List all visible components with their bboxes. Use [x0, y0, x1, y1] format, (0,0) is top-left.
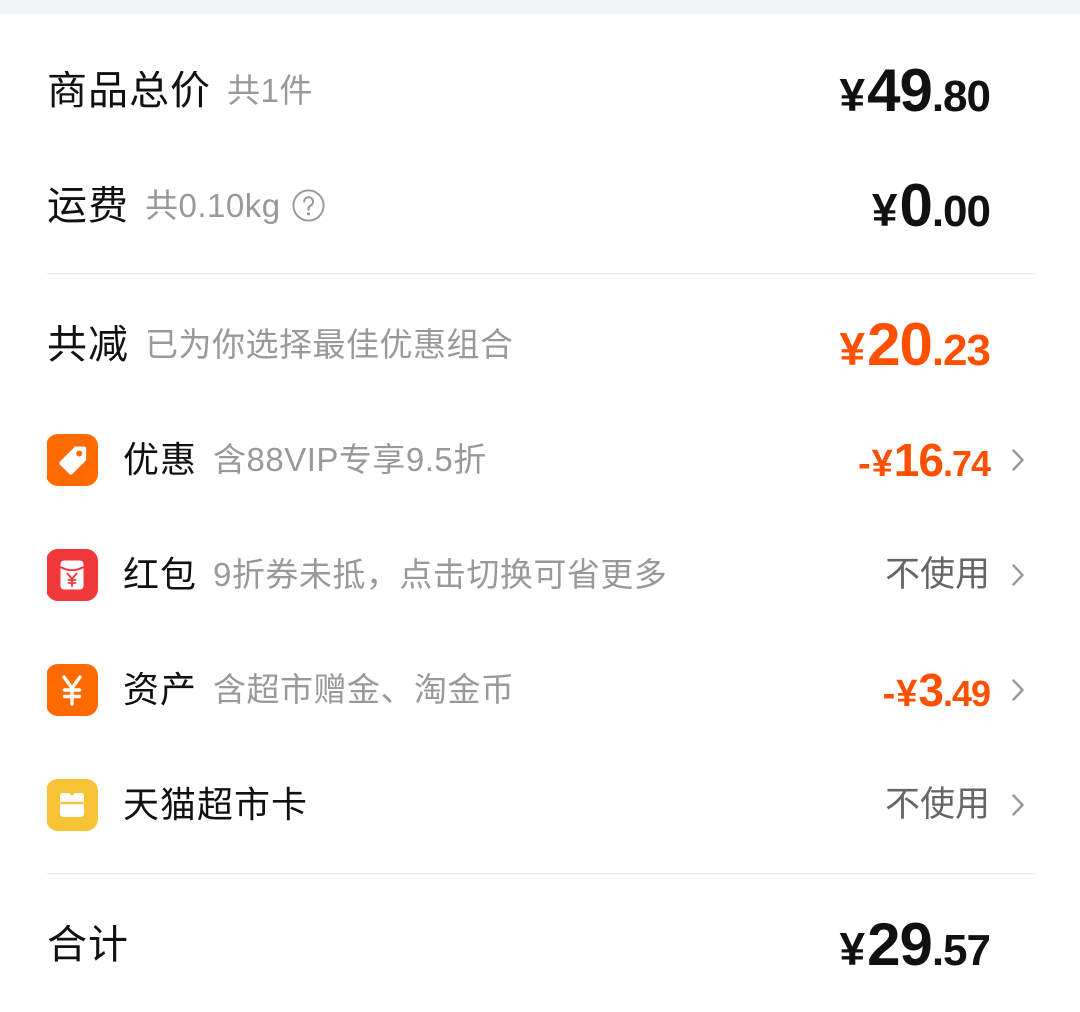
shipping-weight-note: 共0.10kg: [145, 187, 281, 224]
amount-decimal: .80: [931, 71, 991, 121]
goods-total-left: 商品总价 共1件: [47, 71, 839, 111]
amount-integer: 3: [918, 663, 944, 716]
minus-sign: -: [857, 442, 871, 485]
amount-decimal: .74: [942, 442, 991, 484]
yen-coin-icon: [47, 663, 98, 716]
chevron-right-icon[interactable]: [990, 678, 1035, 702]
amount-integer: 49: [867, 56, 933, 124]
assets-left: 资产 含超市赠金、淘金币: [47, 663, 883, 716]
minus-sign: -: [882, 672, 896, 715]
chevron-right-icon[interactable]: [990, 793, 1035, 817]
supermarket-card-row[interactable]: 天猫超市卡 不使用: [0, 747, 1080, 862]
discount-row[interactable]: 优惠 含88VIP专享9.5折 - ¥ 16 .74: [0, 402, 1080, 517]
red-packet-label: 红包: [123, 553, 198, 595]
amount-integer: 16: [893, 433, 944, 486]
shipping-label: 运费: [47, 185, 129, 226]
goods-total-label: 商品总价: [47, 70, 211, 111]
currency-symbol: ¥: [839, 68, 866, 121]
grand-total-left: 合计: [47, 925, 839, 965]
total-reduction-row: 共减 已为你选择最佳优惠组合 ¥ 20 .23: [0, 287, 1080, 402]
amount-decimal: .49: [942, 672, 991, 714]
divider: [47, 273, 1035, 274]
goods-total-row: 商品总价 共1件 ¥ 49 .80: [0, 33, 1080, 148]
assets-label: 资产: [123, 668, 198, 710]
amount-integer: 0: [899, 171, 932, 239]
discount-note: 含88VIP专享9.5折: [213, 441, 487, 478]
total-reduction-label: 共减: [47, 324, 129, 365]
top-background-strip: [0, 0, 1080, 14]
red-packet-note: 9折券未抵，点击切换可省更多: [213, 556, 668, 593]
grand-total-amount: ¥ 29 .57: [839, 910, 991, 978]
question-circle-icon[interactable]: [291, 188, 326, 223]
shipping-amount: ¥ 0 .00: [871, 171, 991, 239]
assets-amount: - ¥ 3 .49: [882, 663, 991, 716]
amount-decimal: .23: [931, 325, 991, 375]
currency-symbol: ¥: [839, 322, 866, 375]
red-packet-row[interactable]: 红包 9折券未抵，点击切换可省更多 不使用: [0, 517, 1080, 632]
discount-label: 优惠: [123, 438, 198, 480]
goods-count-note: 共1件: [227, 72, 313, 109]
discount-amount: - ¥ 16 .74: [857, 433, 991, 486]
currency-symbol: ¥: [871, 183, 898, 236]
red-packet-left: 红包 9折券未抵，点击切换可省更多: [47, 548, 885, 601]
total-reduction-amount: ¥ 20 .23: [839, 310, 991, 378]
assets-note: 含超市赠金、淘金币: [213, 671, 515, 708]
goods-total-amount: ¥ 49 .80: [839, 56, 991, 124]
divider: [47, 873, 1035, 874]
total-reduction-left: 共减 已为你选择最佳优惠组合: [47, 325, 839, 365]
discount-tag-icon: [47, 433, 98, 486]
supermarket-card-left: 天猫超市卡: [47, 778, 885, 831]
amount-integer: 29: [867, 910, 933, 978]
amount-integer: 20: [867, 310, 933, 378]
chevron-right-icon[interactable]: [990, 448, 1035, 472]
grand-total-row: 合计 ¥ 29 .57: [0, 887, 1080, 1002]
currency-symbol: ¥: [839, 922, 866, 975]
best-combination-note: 已为你选择最佳优惠组合: [145, 326, 514, 363]
supermarket-card-label: 天猫超市卡: [123, 783, 309, 825]
amount-decimal: .57: [931, 925, 991, 975]
grand-total-label: 合计: [47, 924, 129, 965]
assets-row[interactable]: 资产 含超市赠金、淘金币 - ¥ 3 .49: [0, 632, 1080, 747]
red-packet-icon: [47, 548, 98, 601]
price-summary-card: 商品总价 共1件 ¥ 49 .80 运费 共0.10kg ¥ 0 .00 共减 …: [0, 14, 1080, 1012]
chevron-right-icon[interactable]: [990, 563, 1035, 587]
currency-symbol: ¥: [896, 672, 918, 715]
supermarket-card-status: 不使用: [884, 785, 990, 824]
red-packet-status: 不使用: [884, 555, 990, 594]
discount-left: 优惠 含88VIP专享9.5折: [47, 433, 858, 486]
supermarket-card-icon: [47, 778, 98, 831]
amount-decimal: .00: [931, 186, 991, 236]
currency-symbol: ¥: [871, 442, 893, 485]
shipping-left: 运费 共0.10kg: [47, 186, 872, 226]
shipping-row: 运费 共0.10kg ¥ 0 .00: [0, 148, 1080, 263]
